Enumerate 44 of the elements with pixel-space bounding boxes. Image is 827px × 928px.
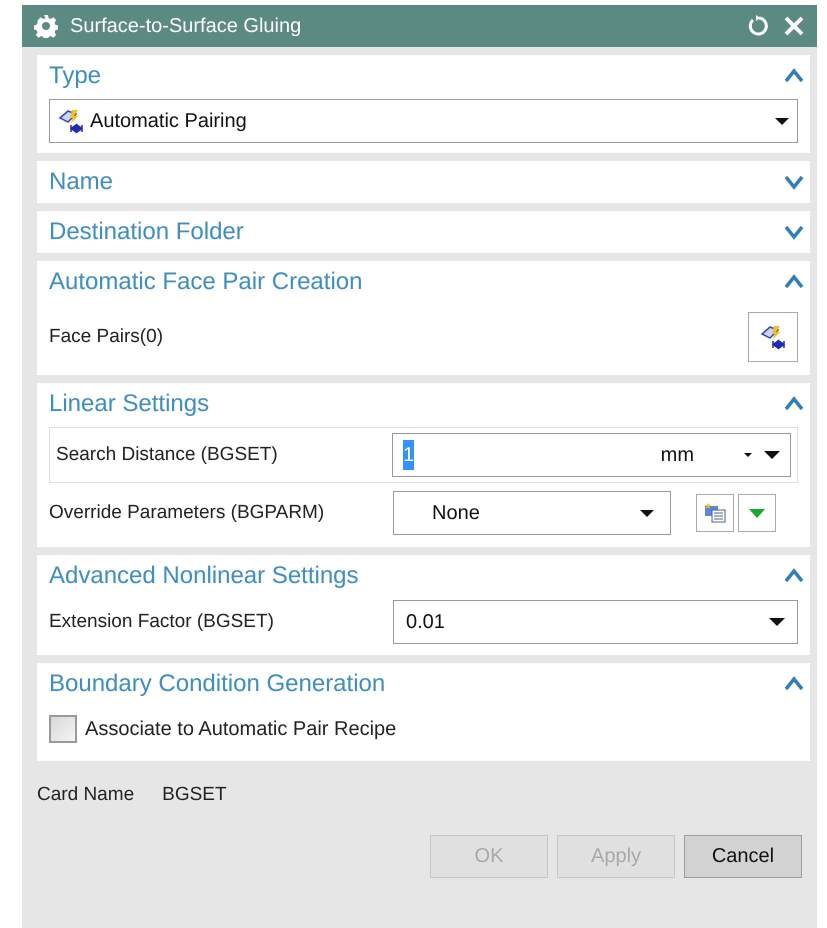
section-title[interactable]: Advanced Nonlinear Settings bbox=[49, 558, 359, 594]
unit-label: mm bbox=[660, 443, 694, 468]
pairing-icon bbox=[58, 108, 84, 134]
close-icon[interactable] bbox=[783, 15, 805, 37]
section-title[interactable]: Name bbox=[49, 164, 114, 200]
gear-icon bbox=[34, 14, 58, 38]
dropdown-caret-icon bbox=[640, 510, 654, 516]
override-dropdown[interactable]: None bbox=[393, 491, 671, 535]
reset-icon[interactable] bbox=[747, 14, 771, 38]
search-distance-field[interactable]: 1 mm bbox=[392, 433, 791, 477]
field-label: Face Pairs(0) bbox=[49, 324, 164, 349]
table-icon bbox=[704, 503, 726, 523]
field-label: Override Parameters (BGPARM) bbox=[49, 500, 326, 525]
small-caret-icon[interactable] bbox=[744, 453, 752, 457]
dropdown-caret-icon bbox=[769, 618, 785, 626]
collapse-chevron-icon[interactable] bbox=[784, 273, 804, 291]
card-name-label: Card Name bbox=[37, 783, 134, 807]
dropdown-caret-icon[interactable] bbox=[764, 451, 780, 459]
face-pairs-button[interactable] bbox=[748, 312, 798, 362]
type-dropdown[interactable]: Automatic Pairing bbox=[49, 99, 798, 143]
section-title[interactable]: Boundary Condition Generation bbox=[49, 666, 386, 702]
collapse-chevron-icon[interactable] bbox=[784, 395, 804, 413]
dropdown-caret-icon bbox=[775, 118, 789, 124]
collapse-chevron-icon[interactable] bbox=[784, 675, 804, 693]
expand-chevron-icon[interactable] bbox=[784, 173, 804, 191]
parameters-button[interactable] bbox=[696, 494, 734, 532]
extension-factor-dropdown[interactable]: 0.01 bbox=[393, 600, 798, 644]
collapse-chevron-icon[interactable] bbox=[784, 67, 804, 85]
expand-chevron-icon[interactable] bbox=[784, 223, 804, 241]
section-title[interactable]: Destination Folder bbox=[49, 214, 244, 250]
section-title[interactable]: Type bbox=[49, 58, 102, 94]
section-title[interactable]: Automatic Face Pair Creation bbox=[49, 264, 362, 300]
field-label: Search Distance (BGSET) bbox=[56, 442, 279, 467]
collapse-chevron-icon[interactable] bbox=[784, 567, 804, 585]
menu-button[interactable] bbox=[738, 494, 776, 532]
checkbox-label: Associate to Automatic Pair Recipe bbox=[85, 717, 396, 742]
section-title[interactable]: Linear Settings bbox=[49, 386, 210, 422]
triangle-down-icon bbox=[749, 508, 765, 518]
card-name-value: BGSET bbox=[162, 783, 227, 807]
checkbox[interactable] bbox=[49, 715, 77, 743]
pairing-icon bbox=[760, 324, 786, 350]
dialog-button[interactable]: Cancel bbox=[684, 834, 802, 878]
field-label: Extension Factor (BGSET) bbox=[49, 610, 275, 634]
window-title: Surface-to-Surface Gluing bbox=[70, 14, 302, 39]
